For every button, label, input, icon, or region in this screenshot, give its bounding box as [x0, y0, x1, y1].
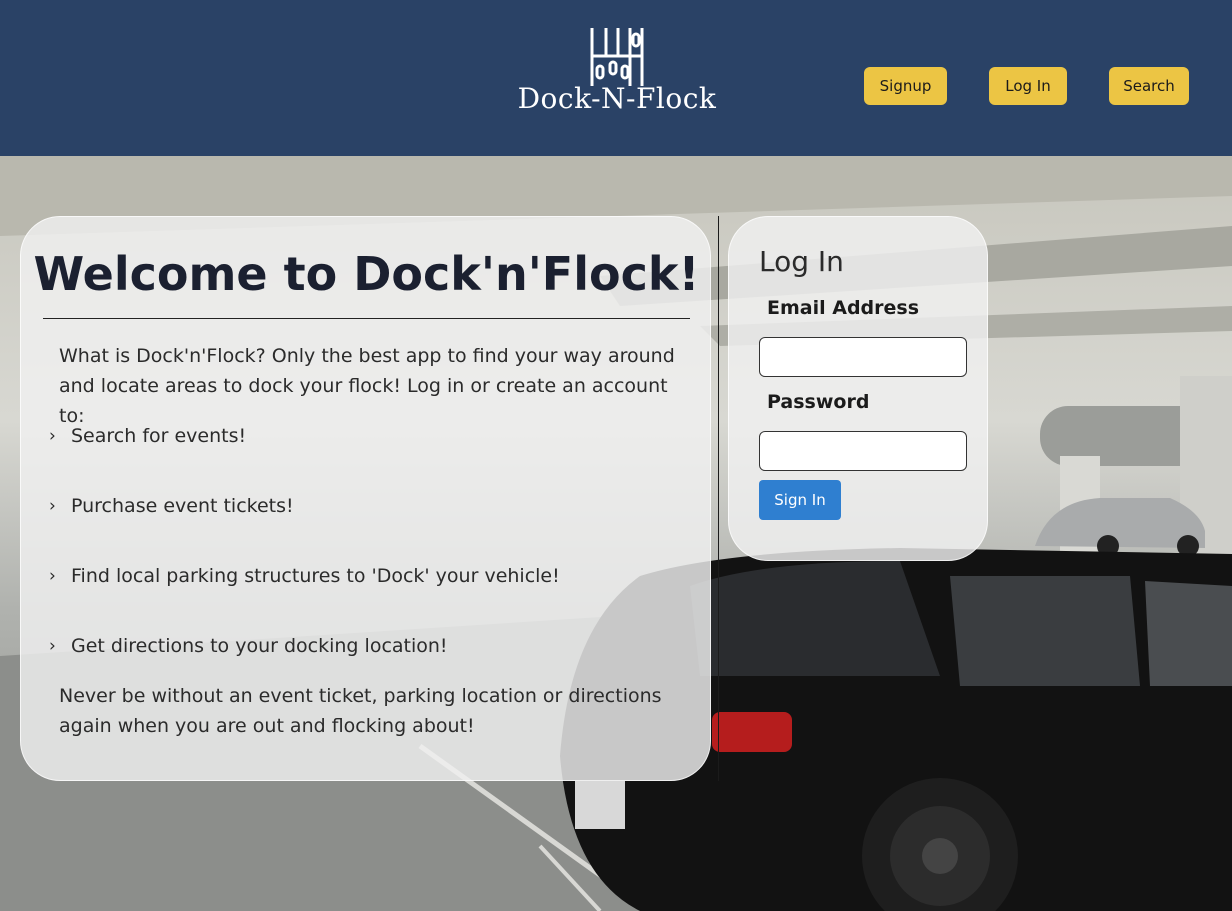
search-button[interactable]: Search [1109, 67, 1189, 105]
list-item: › Purchase event tickets! [49, 491, 294, 521]
feature-text: Get directions to your docking location! [71, 635, 448, 657]
title-divider [43, 318, 690, 319]
list-item: › Get directions to your docking locatio… [49, 631, 448, 661]
password-label: Password [767, 391, 870, 413]
dock-logo-icon [590, 28, 644, 86]
email-label: Email Address [767, 297, 920, 319]
login-panel: Log In Email Address Password Sign In [728, 216, 988, 561]
login-button[interactable]: Log In [989, 67, 1067, 105]
intro-text: What is Dock'n'Flock? Only the best app … [59, 345, 675, 427]
vertical-divider [718, 216, 719, 781]
feature-text: Search for events! [71, 425, 247, 447]
site-header: Dock-N-Flock Signup Log In Search [0, 0, 1232, 156]
email-field[interactable] [759, 337, 967, 377]
chevron-right-icon: › [49, 426, 56, 446]
list-item: › Search for events! [49, 421, 246, 451]
login-title: Log In [759, 245, 844, 278]
outro-text: Never be without an event ticket, parkin… [59, 685, 662, 737]
chevron-right-icon: › [49, 636, 56, 656]
password-field[interactable] [759, 431, 967, 471]
signup-button[interactable]: Signup [864, 67, 947, 105]
logo-text: Dock-N-Flock [517, 82, 717, 115]
chevron-right-icon: › [49, 496, 56, 516]
feature-text: Purchase event tickets! [71, 495, 294, 517]
list-item: › Find local parking structures to 'Dock… [49, 561, 560, 591]
welcome-panel: Welcome to Dock'n'Flock! What is Dock'n'… [20, 216, 711, 781]
chevron-right-icon: › [49, 566, 56, 586]
welcome-title: Welcome to Dock'n'Flock! [33, 247, 700, 301]
sign-in-button[interactable]: Sign In [759, 480, 841, 520]
feature-text: Find local parking structures to 'Dock' … [71, 565, 560, 587]
logo[interactable]: Dock-N-Flock [506, 26, 728, 118]
